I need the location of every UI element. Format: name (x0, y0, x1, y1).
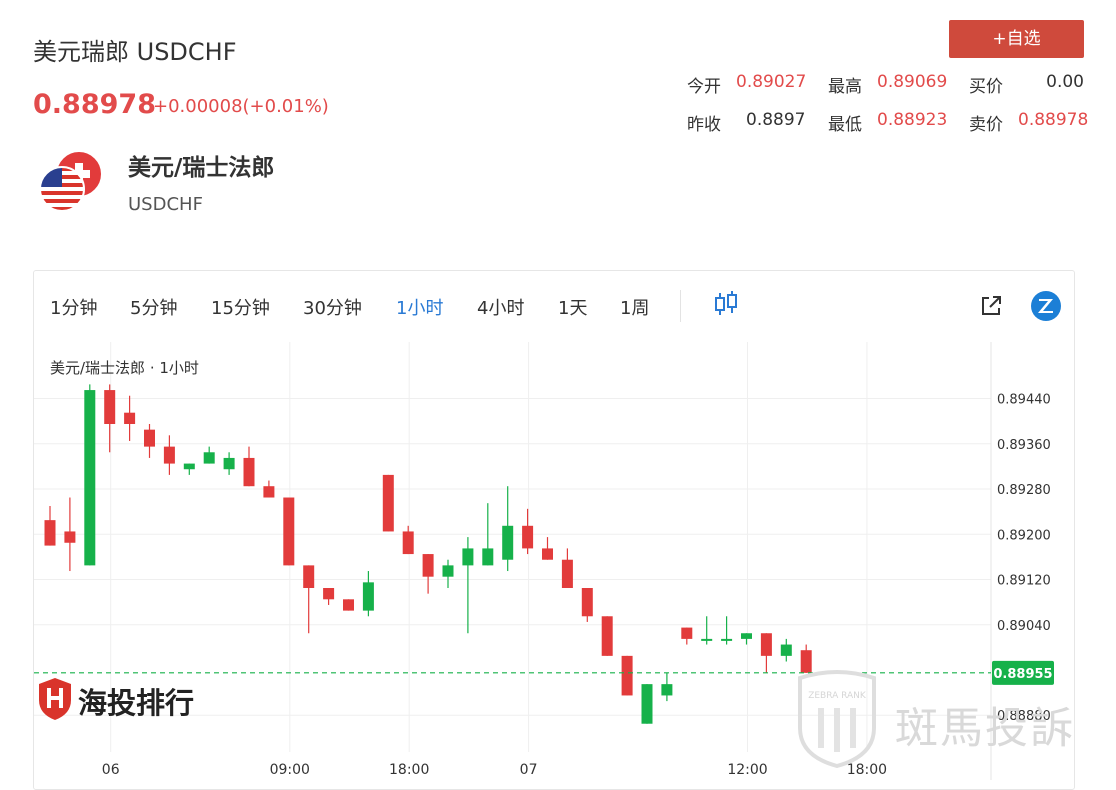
candle-body (422, 554, 434, 577)
candle-body (223, 457, 235, 470)
zebra-watermark-icon: ZEBRA RANK (798, 670, 876, 768)
x-tick-label: 06 (102, 762, 120, 778)
x-tick-label: 07 (520, 762, 538, 778)
quote-label-open: 今开 (687, 77, 721, 97)
candle-body (701, 638, 713, 641)
quote-value-ask: 0.88978 (1018, 110, 1089, 130)
quote-value-low: 0.88923 (877, 110, 948, 130)
candle-body (402, 531, 414, 555)
timeframe-1w[interactable]: 1周 (620, 294, 649, 320)
timeframe-4h[interactable]: 4小时 (477, 294, 524, 320)
candle-body (760, 633, 772, 656)
zebra-logo-icon[interactable] (1030, 290, 1062, 322)
candle-body (442, 565, 454, 577)
candle-body (561, 559, 573, 588)
external-link-icon[interactable] (979, 294, 1003, 318)
page-title: 美元瑞郎 USDCHF (33, 38, 237, 66)
y-tick-label: 0.89440 (997, 393, 1051, 408)
candle-body (581, 588, 593, 617)
candle-body (462, 548, 474, 566)
candle-body (681, 627, 693, 639)
candle-body (263, 486, 275, 498)
x-tick-label: 12:00 (727, 762, 767, 778)
candle-body (343, 599, 354, 611)
candle-body (721, 638, 733, 641)
price-change: +0.00008(+0.01%) (153, 96, 329, 117)
quote-label-prev-close: 昨收 (687, 115, 721, 135)
toolbar-divider (680, 290, 681, 322)
x-tick-label: 09:00 (270, 762, 310, 778)
candle-body (303, 565, 315, 588)
brand-name: 海投排行 (78, 686, 195, 720)
candle-body (44, 520, 56, 546)
y-tick-label: 0.89280 (997, 483, 1051, 498)
candle-body (243, 457, 255, 487)
quote-label-ask: 卖价 (969, 115, 1003, 135)
brand-logo-icon (39, 678, 71, 720)
pair-name: 美元/瑞士法郎 (128, 155, 275, 181)
timeframe-1d[interactable]: 1天 (558, 294, 587, 320)
candle-body (124, 412, 136, 424)
candlestick-icon[interactable] (713, 290, 739, 318)
candle-body (780, 644, 792, 656)
candle-body (601, 616, 613, 656)
timeframe-5min[interactable]: 5分钟 (130, 294, 177, 320)
candle-body (741, 633, 752, 639)
candle-body (144, 429, 155, 447)
candle-body (382, 474, 394, 532)
timeframe-1min[interactable]: 1分钟 (50, 294, 97, 320)
quote-label-low: 最低 (828, 115, 862, 135)
timeframe-15min[interactable]: 15分钟 (211, 294, 270, 320)
candle-body (104, 390, 116, 424)
add-watchlist-button[interactable]: +自选 (949, 20, 1084, 58)
quote-value-high: 0.89069 (877, 72, 948, 92)
candle-body (163, 446, 175, 464)
currency-flags-icon (40, 152, 103, 212)
y-tick-label: 0.89120 (997, 574, 1051, 589)
candle-body (502, 525, 514, 560)
candle-body (542, 548, 553, 560)
x-tick-label: 18:00 (389, 762, 429, 778)
quote-label-bid: 买价 (969, 77, 1003, 97)
watermark-text: 斑馬投訴 (895, 704, 1075, 754)
y-tick-label: 0.89040 (997, 619, 1051, 634)
candle-body (203, 452, 215, 464)
y-tick-label: 0.89360 (997, 438, 1051, 453)
candle-body (283, 497, 295, 566)
candle-body (522, 525, 534, 549)
candle-body (641, 684, 653, 724)
candle-body (482, 548, 494, 566)
candle-body (323, 588, 335, 600)
pair-code: USDCHF (128, 194, 203, 215)
candle-body (621, 655, 633, 696)
watermark-badge-text: ZEBRA RANK (808, 691, 867, 701)
timeframe-1h[interactable]: 1小时 (396, 294, 443, 320)
y-tick-label: 0.89200 (997, 528, 1051, 543)
candle-body (362, 582, 374, 611)
current-price: 0.88978 (33, 89, 156, 120)
candle-body (661, 684, 673, 696)
candle-body (183, 463, 195, 470)
timeframe-30min[interactable]: 30分钟 (303, 294, 362, 320)
current-price-label: 0.88955 (993, 667, 1052, 682)
candle-body (64, 531, 76, 543)
quote-value-open: 0.89027 (736, 72, 807, 92)
quote-value-prev-close: 0.8897 (746, 110, 806, 130)
quote-label-high: 最高 (828, 77, 862, 97)
quote-value-bid: 0.00 (1046, 72, 1084, 92)
chart-legend: 美元/瑞士法郎 · 1小时 (50, 359, 199, 377)
candle-body (84, 390, 96, 566)
